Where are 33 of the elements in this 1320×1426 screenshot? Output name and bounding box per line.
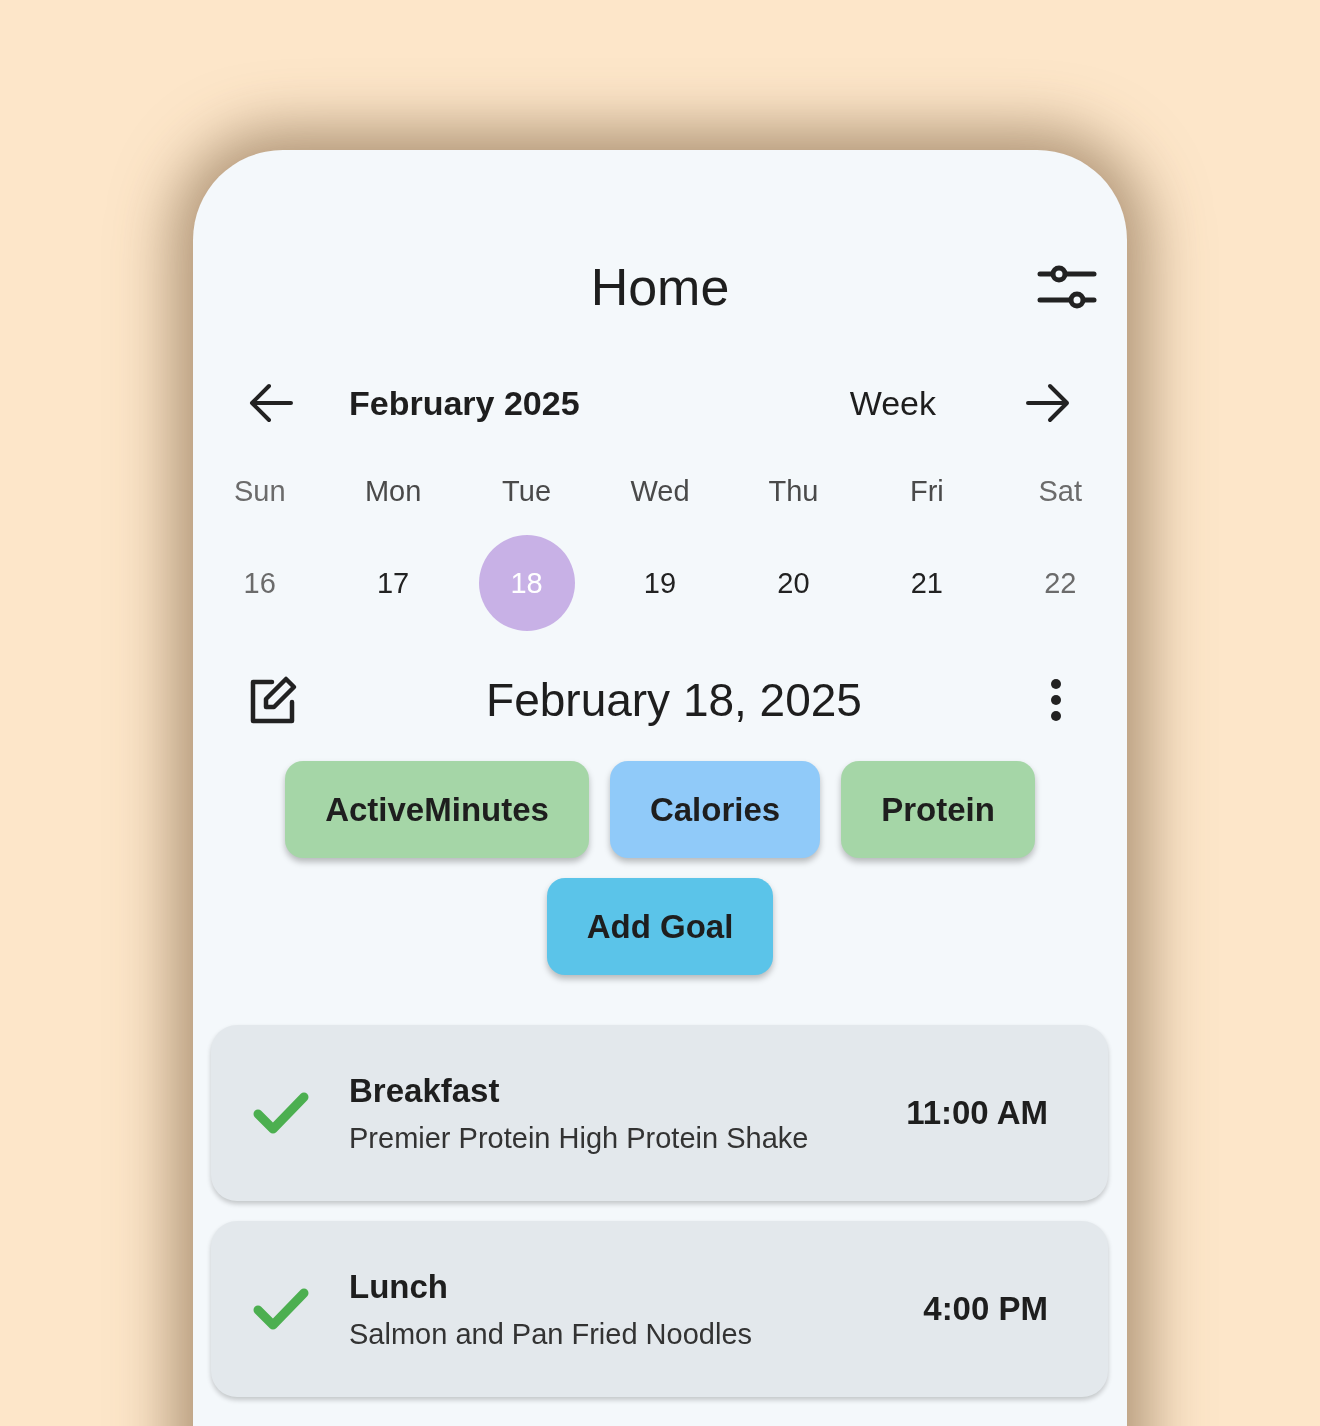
day-number[interactable]: 16 (211, 535, 308, 631)
more-options-icon[interactable] (1050, 678, 1062, 722)
view-toggle[interactable]: Week (849, 383, 936, 423)
meal-card[interactable]: Breakfast Premier Protein High Protein Shake 11:00 AM (211, 1025, 1108, 1201)
selected-date: February 18, 2025 (486, 673, 862, 727)
meal-time: 11:00 AM (906, 1094, 1048, 1132)
weekday-label: Fri (909, 474, 944, 509)
screen-title: Home (590, 257, 730, 318)
weekday-label: Sat (1038, 474, 1083, 509)
previous-arrow-icon[interactable] (247, 383, 295, 423)
day-number[interactable]: 17 (345, 535, 442, 631)
goal-chip[interactable]: Protein (841, 761, 1035, 858)
weekday-label: Wed (630, 474, 690, 509)
add-goal-button[interactable]: Add Goal (546, 878, 774, 975)
weekday-label: Mon (364, 474, 422, 509)
goal-chip[interactable]: ActiveMinutes (285, 761, 589, 858)
meal-title: Lunch (349, 1267, 449, 1306)
edit-icon[interactable] (248, 675, 298, 725)
meal-time: 4:00 PM (923, 1290, 1048, 1328)
meal-description: Premier Protein High Protein Shake (349, 1121, 810, 1155)
day-number[interactable]: 19 (612, 535, 708, 631)
goal-chip[interactable]: Calories (609, 761, 821, 858)
day-number[interactable]: 20 (745, 535, 842, 631)
meal-description: Salmon and Pan Fried Noodles (349, 1317, 753, 1351)
day-number[interactable]: 22 (1012, 535, 1109, 631)
meal-card[interactable]: Lunch Salmon and Pan Fried Noodles 4:00 PM (211, 1221, 1108, 1397)
weekday-label: Tue (502, 474, 551, 509)
day-number[interactable]: 21 (878, 535, 975, 631)
month-label: February 2025 (349, 383, 581, 423)
weekday-label: Sun (233, 474, 286, 509)
weekday-label: Thu (768, 474, 819, 509)
meal-title: Breakfast (349, 1071, 501, 1110)
next-arrow-icon[interactable] (1024, 383, 1072, 423)
